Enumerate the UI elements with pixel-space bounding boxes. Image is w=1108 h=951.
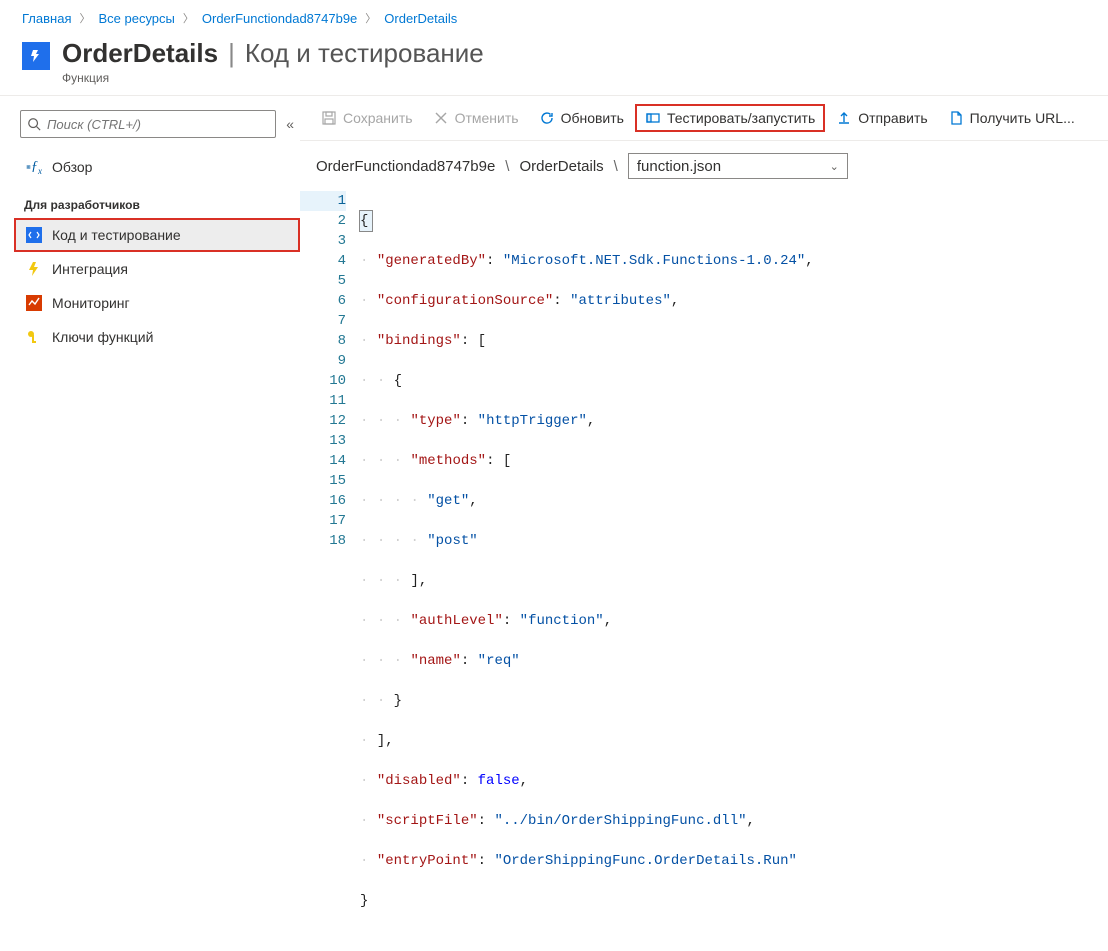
file-path-bar: OrderFunctiondad8747b9e \ OrderDetails \…: [300, 141, 1108, 185]
upload-label: Отправить: [858, 110, 927, 126]
line-number-gutter: 123456789101112131415161718: [300, 191, 360, 661]
breadcrumb-function-app[interactable]: OrderFunctiondad8747b9e: [202, 11, 357, 26]
content-pane: Сохранить Отменить Обновить Тестировать/…: [300, 96, 1108, 662]
refresh-icon: [539, 110, 555, 126]
path-separator: \: [614, 158, 618, 175]
sidebar-item-overview[interactable]: ƒx ƒx Обзор: [14, 150, 300, 184]
search-icon: [27, 117, 41, 131]
breadcrumb: Главная 〉 Все ресурсы 〉 OrderFunctiondad…: [0, 0, 1108, 26]
breadcrumb-function[interactable]: OrderDetails: [384, 11, 457, 26]
function-icon: [22, 42, 50, 70]
geturl-label: Получить URL...: [970, 110, 1075, 126]
test-label: Тестировать/запустить: [667, 110, 815, 126]
save-icon: [321, 110, 337, 126]
collapse-sidebar-button[interactable]: «: [286, 116, 294, 132]
path-segment-function: OrderDetails: [519, 158, 603, 175]
search-input[interactable]: [47, 117, 269, 132]
cancel-icon: [433, 110, 449, 126]
sidebar-item-integration[interactable]: Интеграция: [14, 252, 300, 286]
get-url-button[interactable]: Получить URL...: [939, 105, 1084, 131]
save-label: Сохранить: [343, 110, 413, 126]
monitoring-icon: [26, 295, 42, 311]
chevron-down-icon: ⌄: [830, 160, 839, 173]
refresh-label: Обновить: [561, 110, 624, 126]
sidebar-item-label: Код и тестирование: [52, 227, 181, 243]
url-icon: [948, 110, 964, 126]
upload-icon: [836, 110, 852, 126]
key-icon: [26, 329, 42, 345]
sidebar-item-label: Интеграция: [52, 261, 128, 277]
test-icon: [645, 110, 661, 126]
upload-button[interactable]: Отправить: [827, 105, 936, 131]
sidebar-item-monitoring[interactable]: Мониторинг: [14, 286, 300, 320]
chevron-right-icon: 〉: [365, 10, 376, 26]
resource-type-label: Функция: [62, 71, 484, 85]
page-header: OrderDetails | Код и тестирование Функци…: [0, 26, 1108, 95]
breadcrumb-all-resources[interactable]: Все ресурсы: [98, 11, 174, 26]
sidebar-item-code-test[interactable]: Код и тестирование: [14, 218, 300, 252]
path-separator: \: [505, 158, 509, 175]
cancel-label: Отменить: [455, 110, 519, 126]
refresh-button[interactable]: Обновить: [530, 105, 633, 131]
toolbar: Сохранить Отменить Обновить Тестировать/…: [300, 96, 1108, 141]
sidebar-item-keys[interactable]: Ключи функций: [14, 320, 300, 354]
page-section: Код и тестирование: [245, 38, 484, 69]
code-content[interactable]: { · "generatedBy": "Microsoft.NET.Sdk.Fu…: [360, 191, 1108, 661]
page-title: OrderDetails: [62, 38, 218, 69]
overview-icon: ƒx ƒx: [26, 159, 42, 175]
chevron-right-icon: 〉: [183, 10, 194, 26]
test-run-button[interactable]: Тестировать/запустить: [635, 104, 825, 132]
file-select-dropdown[interactable]: function.json ⌄: [628, 153, 848, 179]
sidebar-item-label: Ключи функций: [52, 329, 153, 345]
lightning-icon: [26, 261, 42, 277]
code-icon: [26, 227, 42, 243]
sidebar-item-label: Мониторинг: [52, 295, 130, 311]
search-input-wrap[interactable]: [20, 110, 276, 138]
cancel-button[interactable]: Отменить: [424, 105, 528, 131]
title-separator: |: [228, 38, 235, 69]
sidebar: « ƒx ƒx Обзор Для разработчиков Код и те…: [0, 96, 300, 662]
path-segment-app: OrderFunctiondad8747b9e: [316, 158, 495, 175]
breadcrumb-home[interactable]: Главная: [22, 11, 71, 26]
chevron-right-icon: 〉: [79, 10, 90, 26]
code-editor[interactable]: 123456789101112131415161718 { · "generat…: [300, 185, 1108, 661]
save-button[interactable]: Сохранить: [312, 105, 422, 131]
sidebar-item-label: Обзор: [52, 159, 92, 175]
sidebar-heading-developers: Для разработчиков: [14, 184, 300, 218]
file-select-value: function.json: [637, 158, 721, 175]
